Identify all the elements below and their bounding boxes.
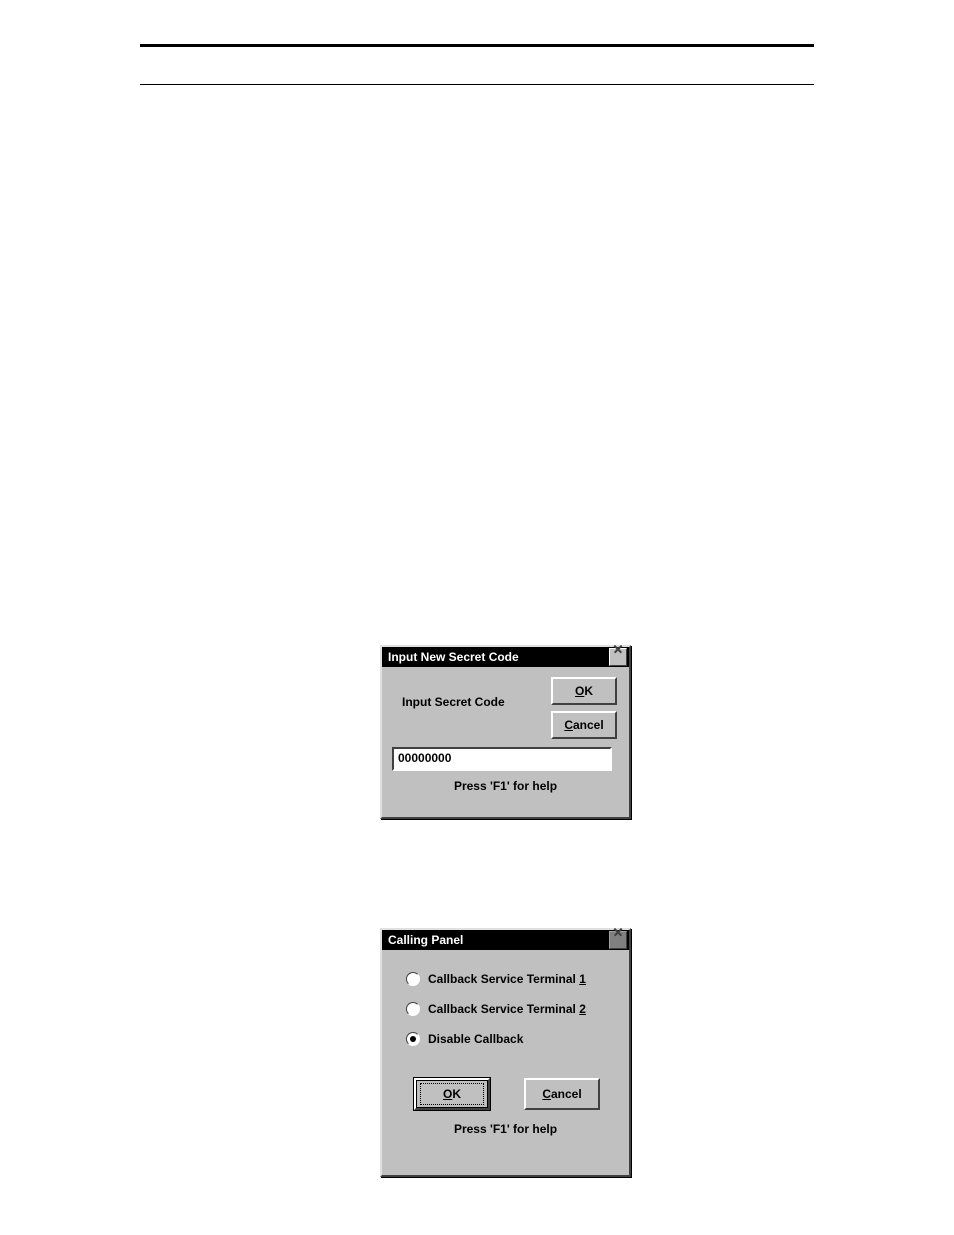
ok-button[interactable]: OK (551, 677, 617, 705)
ok-button-rest: K (452, 1087, 461, 1101)
divider-top-thin (140, 84, 814, 85)
radio-label: Disable Callback (428, 1032, 523, 1046)
radio-label: Callback Service Terminal 2 (428, 1002, 586, 1016)
close-button[interactable] (609, 931, 627, 949)
ok-button-hotkey: O (575, 684, 584, 698)
ok-button[interactable]: OK (414, 1078, 490, 1110)
help-hint: Press 'F1' for help (382, 779, 629, 793)
cancel-button-hotkey: C (564, 718, 573, 732)
dialog-titlebar[interactable]: Input New Secret Code (382, 647, 629, 667)
radio-icon (406, 972, 420, 986)
input-secret-code-dialog: Input New Secret Code Input Secret Code … (380, 645, 631, 819)
close-button[interactable] (609, 648, 627, 666)
secret-code-input[interactable]: 00000000 (392, 747, 612, 771)
cancel-button[interactable]: Cancel (524, 1078, 600, 1110)
cancel-button-hotkey: C (542, 1087, 551, 1101)
cancel-button-rest: ancel (551, 1087, 582, 1101)
ok-button-hotkey: O (443, 1087, 452, 1101)
dialog-titlebar[interactable]: Calling Panel (382, 930, 629, 950)
radio-icon (406, 1002, 420, 1016)
radio-disable-callback[interactable]: Disable Callback (406, 1032, 523, 1046)
divider-top-thick (140, 44, 814, 47)
ok-button-rest: K (584, 684, 593, 698)
radio-callback-terminal-2[interactable]: Callback Service Terminal 2 (406, 1002, 586, 1016)
radio-callback-terminal-1[interactable]: Callback Service Terminal 1 (406, 972, 586, 986)
radio-icon (406, 1032, 420, 1046)
dialog-title: Calling Panel (388, 933, 463, 947)
help-hint: Press 'F1' for help (382, 1122, 629, 1136)
calling-panel-dialog: Calling Panel Callback Service Terminal … (380, 928, 631, 1177)
input-secret-code-label: Input Secret Code (402, 695, 505, 709)
dialog-title: Input New Secret Code (388, 650, 519, 664)
radio-label: Callback Service Terminal 1 (428, 972, 586, 986)
cancel-button-rest: ancel (573, 718, 604, 732)
cancel-button[interactable]: Cancel (551, 711, 617, 739)
